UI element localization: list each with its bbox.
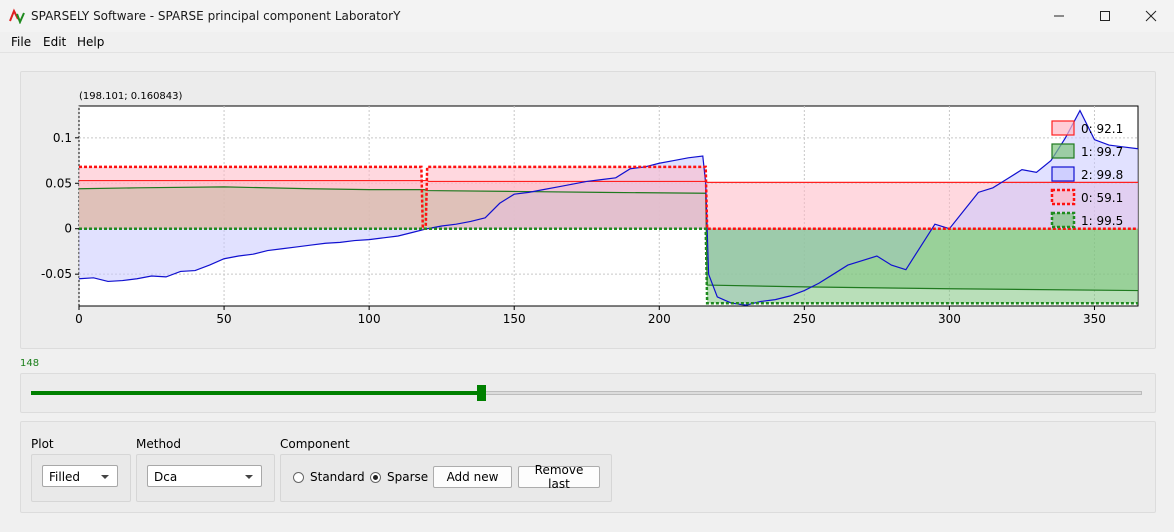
minimize-icon bbox=[1054, 15, 1064, 17]
remove-last-button[interactable]: Remove last bbox=[518, 463, 600, 491]
window-title: SPARSELY Software - SPARSE principal com… bbox=[31, 9, 401, 23]
menu-file[interactable]: File bbox=[11, 35, 31, 49]
title-bar: SPARSELY Software - SPARSE principal com… bbox=[0, 0, 1174, 32]
menu-bar: File Edit Help bbox=[0, 32, 1174, 53]
method-group-label: Method bbox=[136, 437, 182, 451]
component-group-label: Component bbox=[280, 437, 350, 451]
sparse-radio[interactable]: Sparse bbox=[370, 470, 428, 484]
slider-handle[interactable] bbox=[476, 385, 486, 401]
standard-radio[interactable]: Standard bbox=[293, 470, 365, 484]
chevron-down-icon bbox=[101, 475, 109, 479]
plot-type-select[interactable]: Filled bbox=[42, 465, 118, 487]
sparse-radio-label: Sparse bbox=[387, 470, 429, 484]
standard-radio-label: Standard bbox=[310, 470, 365, 484]
slider-fill bbox=[31, 391, 481, 395]
close-icon bbox=[1145, 10, 1157, 22]
sparse-radio-indicator[interactable] bbox=[370, 471, 381, 483]
plot-panel bbox=[20, 71, 1156, 349]
chevron-down-icon bbox=[245, 475, 253, 479]
coordinate-readout: (198.101; 0.160843) bbox=[79, 91, 183, 102]
method-select[interactable]: Dca bbox=[147, 465, 262, 487]
maximize-button[interactable] bbox=[1082, 0, 1128, 32]
app-logo-icon bbox=[9, 8, 25, 24]
standard-radio-indicator[interactable] bbox=[293, 471, 304, 483]
minimize-button[interactable] bbox=[1036, 0, 1082, 32]
slider-value: 148 bbox=[20, 358, 40, 369]
plot-type-value: Filled bbox=[49, 470, 81, 484]
plot-group-label: Plot bbox=[31, 437, 54, 451]
menu-help[interactable]: Help bbox=[77, 35, 104, 49]
add-new-button[interactable]: Add new bbox=[433, 466, 512, 488]
menu-edit[interactable]: Edit bbox=[43, 35, 66, 49]
maximize-icon bbox=[1100, 11, 1110, 21]
close-button[interactable] bbox=[1128, 0, 1174, 32]
method-value: Dca bbox=[154, 470, 178, 484]
